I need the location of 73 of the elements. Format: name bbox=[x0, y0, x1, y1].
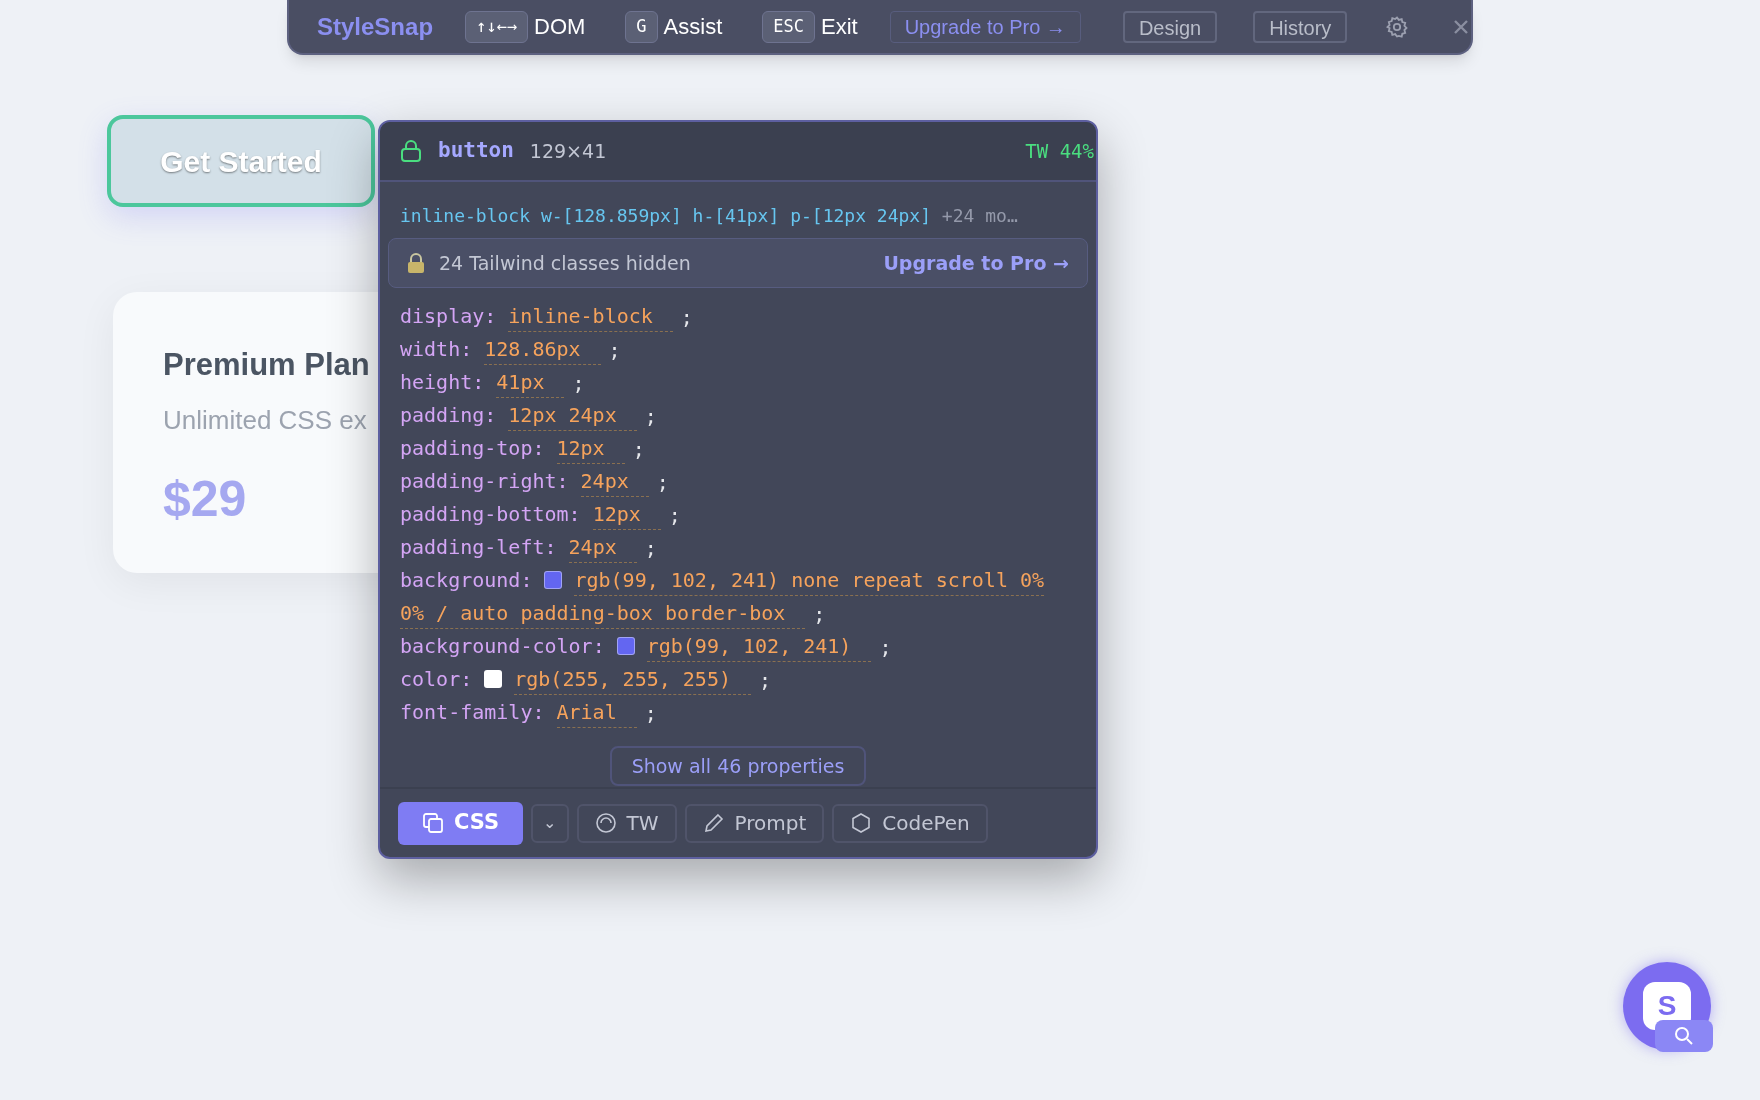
property-value: Arial bbox=[556, 698, 637, 728]
key-badge: ESC bbox=[762, 10, 815, 43]
property-name: padding-top: bbox=[400, 435, 545, 462]
semicolon: ; bbox=[879, 634, 892, 661]
upgrade-link[interactable]: Upgrade to Pro → bbox=[889, 10, 1081, 43]
property-name: color: bbox=[400, 666, 473, 693]
key-badge: ↑↓←→ bbox=[465, 10, 528, 43]
close-icon[interactable] bbox=[1453, 18, 1470, 35]
export-button[interactable]: CodePen bbox=[832, 803, 988, 843]
semicolon: ; bbox=[813, 601, 826, 628]
property-value: inline-block bbox=[508, 302, 673, 332]
semicolon: ; bbox=[656, 469, 669, 496]
property-name: width: bbox=[400, 336, 473, 363]
semicolon: ; bbox=[644, 535, 657, 562]
settings-icon[interactable] bbox=[1385, 14, 1410, 39]
property-value: 128.86px bbox=[484, 335, 601, 365]
property-value: 0% / auto padding-box border-box bbox=[400, 599, 806, 629]
property-name: padding: bbox=[400, 402, 497, 429]
hidden-classes-notice: 24 Tailwind classes hidden bbox=[439, 250, 691, 276]
pencil-icon bbox=[702, 812, 725, 834]
more-classes: +24 mo… bbox=[941, 205, 1018, 226]
property-name: padding-left: bbox=[400, 534, 557, 561]
hexagon-icon bbox=[850, 812, 873, 834]
property-name: padding-right: bbox=[400, 468, 569, 495]
property-value: 24px bbox=[580, 467, 649, 497]
show-all-button[interactable]: Show all 46 properties bbox=[609, 746, 867, 786]
property-name: background-color: bbox=[400, 633, 605, 660]
toolbar-button[interactable]: Design bbox=[1122, 10, 1218, 43]
plan-description: Unlimited CSS ex bbox=[163, 403, 367, 437]
search-icon bbox=[1674, 1026, 1694, 1046]
element-size: 129×41 bbox=[529, 138, 607, 164]
copy-icon bbox=[422, 812, 444, 834]
export-button[interactable]: CSS bbox=[398, 801, 524, 845]
shortcut-label: Exit bbox=[821, 13, 858, 41]
semicolon: ; bbox=[680, 304, 693, 331]
property-name: height: bbox=[400, 369, 485, 396]
dropdown-toggle[interactable]: ⌄ bbox=[531, 803, 569, 843]
toolbar-button[interactable]: History bbox=[1253, 10, 1348, 43]
property-value: rgb(99, 102, 241) bbox=[646, 632, 872, 662]
padlock-icon bbox=[407, 253, 425, 273]
semicolon: ; bbox=[632, 436, 645, 463]
property-value: 41px bbox=[496, 368, 565, 398]
semicolon: ; bbox=[644, 403, 657, 430]
semicolon: ; bbox=[759, 667, 772, 694]
semicolon: ; bbox=[668, 502, 681, 529]
export-button[interactable]: TW bbox=[576, 803, 677, 843]
semicolon: ; bbox=[608, 337, 621, 364]
property-value: 12px bbox=[556, 434, 625, 464]
property-name: background: bbox=[400, 567, 533, 594]
property-name: font-family: bbox=[400, 699, 545, 726]
tailwind-classes: inline-block w-[128.859px] h-[41px] p-[12px 24px] bbox=[400, 205, 931, 226]
upgrade-link[interactable]: Upgrade to Pro → bbox=[883, 248, 1069, 278]
shortcut-label: DOM bbox=[534, 13, 586, 41]
plan-title: Premium Plan bbox=[163, 346, 370, 384]
brand-name: StyleSnap bbox=[317, 11, 434, 42]
semicolon: ; bbox=[644, 700, 657, 727]
property-value: rgb(255, 255, 255) bbox=[514, 665, 751, 695]
semicolon: ; bbox=[572, 370, 585, 397]
property-value: 12px bbox=[592, 500, 661, 530]
export-button[interactable]: Prompt bbox=[684, 803, 825, 843]
tailwind-score: TW 44% bbox=[1025, 138, 1094, 164]
property-value: rgb(99, 102, 241) none repeat scroll 0% bbox=[574, 566, 1045, 596]
circle-icon bbox=[594, 812, 617, 834]
shortcut-label: Assist bbox=[663, 13, 723, 41]
plan-price: $29 bbox=[163, 469, 247, 529]
property-value: 12px 24px bbox=[508, 401, 637, 431]
logo-letter: S bbox=[1657, 989, 1677, 1023]
key-badge: G bbox=[625, 10, 658, 43]
property-name: padding-bottom: bbox=[400, 501, 581, 528]
lock-icon bbox=[400, 139, 422, 163]
property-value: 24px bbox=[568, 533, 637, 563]
property-name: display: bbox=[400, 303, 497, 330]
element-tag: button bbox=[438, 135, 514, 167]
